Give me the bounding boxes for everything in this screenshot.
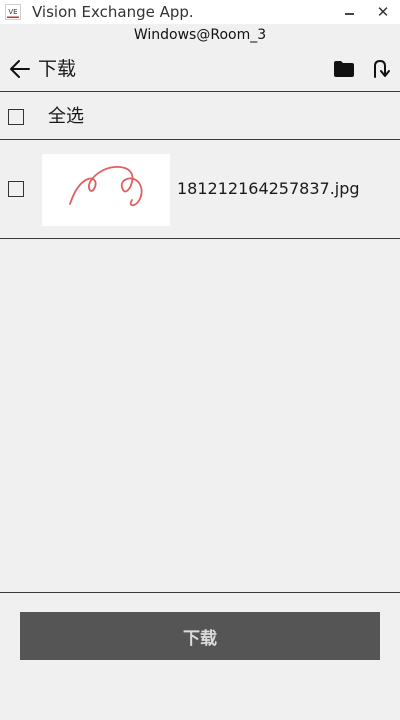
app-logo-text: VE xyxy=(8,8,17,16)
select-all-checkbox[interactable] xyxy=(8,109,24,125)
close-button[interactable]: ✕ xyxy=(366,0,400,24)
file-row-divider xyxy=(0,238,400,239)
minimize-button[interactable] xyxy=(332,0,366,24)
file-name: 181212164257837.jpg xyxy=(177,179,360,198)
select-all-label: 全选 xyxy=(48,106,84,127)
back-arrow-icon[interactable] xyxy=(9,58,31,80)
app-logo-icon: VE xyxy=(5,4,21,20)
page-title: 下载 xyxy=(38,58,77,80)
download-button[interactable]: 下载 xyxy=(20,612,380,660)
page-header: 下载 xyxy=(0,48,400,91)
file-list-item[interactable]: 181212164257837.jpg xyxy=(0,141,400,237)
app-window: VE Vision Exchange App. ✕ Windows@Room_3… xyxy=(0,0,400,720)
file-thumbnail-image xyxy=(42,154,170,226)
folder-icon[interactable] xyxy=(333,60,355,78)
select-all-divider xyxy=(0,139,400,140)
file-checkbox[interactable] xyxy=(8,181,24,197)
refresh-icon[interactable] xyxy=(370,59,390,81)
select-all-row[interactable]: 全选 xyxy=(0,92,400,138)
window-title: Vision Exchange App. xyxy=(32,3,194,21)
close-icon: ✕ xyxy=(376,2,390,21)
title-bar: VE Vision Exchange App. ✕ xyxy=(0,0,400,24)
room-label: Windows@Room_3 xyxy=(133,27,267,43)
footer-divider xyxy=(0,592,400,593)
minimize-icon xyxy=(344,13,354,15)
